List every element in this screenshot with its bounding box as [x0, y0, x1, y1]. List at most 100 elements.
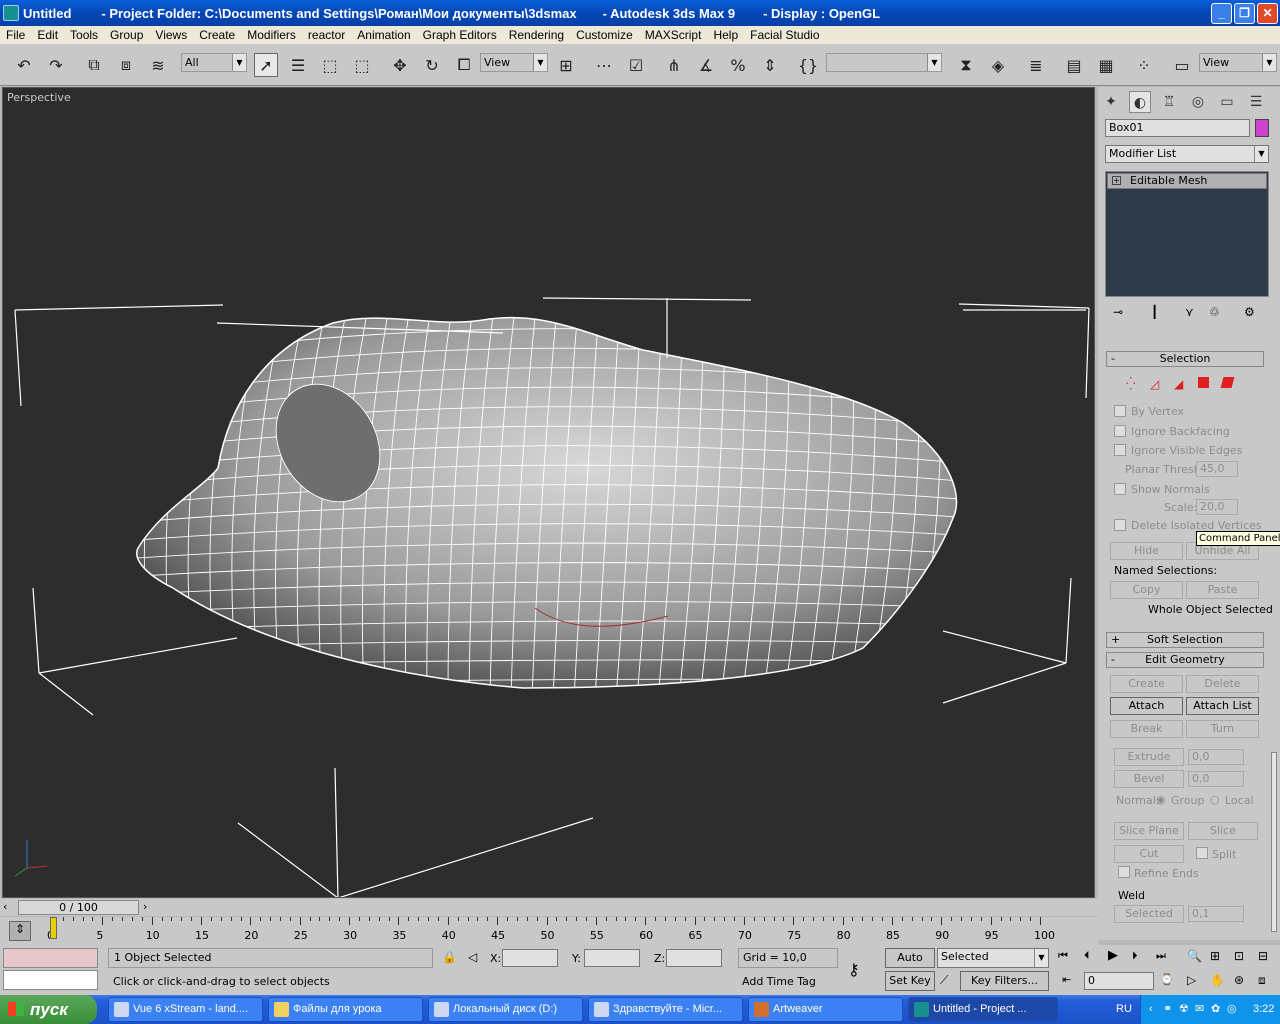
lock-selection-icon[interactable]: 🔒 [442, 950, 457, 964]
object-name-field[interactable]: Box01 [1105, 119, 1250, 137]
menu-views[interactable]: Views [149, 28, 193, 42]
vertex-level-icon[interactable]: ⁛ [1126, 377, 1136, 391]
render-scene-icon[interactable]: ▭ [1170, 53, 1194, 77]
menu-reactor[interactable]: reactor [302, 28, 351, 42]
extrude-button[interactable]: Extrude [1114, 748, 1184, 766]
pin-stack-icon[interactable]: ⊸ [1113, 305, 1123, 319]
bevel-button[interactable]: Bevel [1114, 770, 1184, 788]
unlink-icon[interactable]: ⧈ [114, 53, 138, 77]
time-slider-thumb[interactable]: 0 / 100 [18, 900, 139, 915]
redo-icon[interactable]: ↷ [44, 53, 68, 77]
make-unique-icon[interactable]: ⋎ [1185, 305, 1194, 319]
menu-modifiers[interactable]: Modifiers [241, 28, 302, 42]
minimize-button[interactable]: _ [1211, 3, 1232, 24]
render-type-dropdown[interactable]: View ▼ [1199, 53, 1277, 72]
weld-selected-button[interactable]: Selected [1114, 905, 1184, 923]
copy-button[interactable]: Copy [1110, 581, 1183, 599]
zoom-extents-all-icon[interactable]: ⊟ [1258, 949, 1268, 963]
perspective-viewport[interactable]: Perspective [2, 87, 1095, 898]
zoom-all-icon[interactable]: ⊞ [1210, 949, 1220, 963]
face-level-icon[interactable]: ◢ [1174, 377, 1183, 391]
cut-button[interactable]: Cut [1114, 845, 1184, 863]
menu-create[interactable]: Create [193, 28, 241, 42]
bevel-spinner[interactable]: 0,0 [1188, 771, 1244, 787]
task-vue-xstream[interactable]: Vue 6 xStream - land.... [108, 997, 263, 1022]
zoom-extents-icon[interactable]: ⊡ [1234, 949, 1244, 963]
snaps-toggle-icon[interactable]: ⋔ [662, 53, 686, 77]
network-icon[interactable]: ⚭ [1163, 995, 1172, 1024]
hierarchy-tab-icon[interactable]: ♖ [1158, 91, 1180, 113]
angle-snap-icon[interactable]: ∡ [694, 53, 718, 77]
modifier-list-dropdown[interactable]: Modifier List ▼ [1105, 145, 1269, 163]
slice-button[interactable]: Slice [1188, 822, 1258, 840]
bind-space-warp-icon[interactable]: ≋ [146, 53, 170, 77]
ignore-backfacing-checkbox[interactable] [1114, 425, 1126, 437]
undo-icon[interactable]: ↶ [12, 53, 36, 77]
go-to-end-icon[interactable]: ⏭ [1156, 949, 1166, 963]
task-word-document[interactable]: Здравствуйте - Micr... [588, 997, 743, 1022]
attach-button[interactable]: Attach [1110, 697, 1183, 715]
current-frame-field[interactable]: 0 [1084, 972, 1154, 990]
default-tangents-icon[interactable]: ⟋ [940, 973, 948, 988]
time-slider[interactable]: ‹ 0 / 100 › [0, 899, 1098, 916]
modifier-stack-list[interactable]: + Editable Mesh [1105, 171, 1269, 297]
add-time-tag-button[interactable]: Add Time Tag [738, 973, 838, 991]
refine-ends-checkbox[interactable] [1118, 866, 1130, 878]
x-coord-field[interactable] [502, 949, 558, 967]
select-and-rotate-icon[interactable]: ↻ [420, 53, 444, 77]
z-coord-field[interactable] [666, 949, 722, 967]
set-key-button[interactable]: Set Key [885, 971, 935, 991]
maximize-button[interactable]: ❐ [1234, 3, 1255, 24]
create-tab-icon[interactable]: ✦ [1100, 91, 1122, 113]
play-icon[interactable]: ▶ [1108, 948, 1118, 963]
element-level-icon[interactable] [1220, 377, 1235, 388]
key-mode-dropdown[interactable]: Selected ▼ [937, 948, 1049, 968]
menu-facial-studio[interactable]: Facial Studio [744, 28, 825, 42]
pivot-center-icon[interactable]: ⊞ [554, 53, 578, 77]
menu-rendering[interactable]: Rendering [503, 28, 570, 42]
rectangular-selection-icon[interactable]: ⬚ [318, 53, 342, 77]
previous-frame-icon[interactable]: ⏴ [1084, 949, 1090, 963]
configure-modifier-sets-icon[interactable]: ⚙ [1244, 305, 1255, 319]
turn-button[interactable]: Turn [1186, 720, 1259, 738]
stack-item-editable-mesh[interactable]: + Editable Mesh [1107, 173, 1267, 189]
antivirus-icon[interactable]: ☢ [1179, 995, 1189, 1024]
percent-snap-icon[interactable]: % [726, 53, 750, 77]
menu-file[interactable]: File [0, 28, 31, 42]
selection-filter-dropdown[interactable]: All ▼ [181, 53, 247, 72]
time-prev-arrow-icon[interactable]: ‹ [3, 900, 7, 913]
edge-level-icon[interactable]: ◿ [1150, 377, 1159, 391]
time-next-arrow-icon[interactable]: › [143, 900, 147, 913]
menu-animation[interactable]: Animation [351, 28, 416, 42]
layer-manager-icon[interactable]: ≣ [1024, 53, 1048, 77]
maximize-viewport-icon[interactable]: ⧈ [1258, 973, 1266, 988]
go-to-start-icon[interactable]: ⏮ [1058, 949, 1068, 963]
tray-chevron-icon[interactable]: ‹ [1149, 995, 1153, 1024]
close-button[interactable]: ✕ [1257, 3, 1278, 24]
align-icon[interactable]: ◈ [986, 53, 1010, 77]
task-3dsmax-untitled[interactable]: Untitled - Project ... [908, 997, 1058, 1022]
select-and-link-icon[interactable]: ⧉ [82, 53, 106, 77]
show-normals-checkbox[interactable] [1114, 483, 1126, 495]
task-local-disk-d[interactable]: Локальный диск (D:) [428, 997, 583, 1022]
select-and-scale-icon[interactable]: ⧠ [452, 53, 476, 77]
language-indicator[interactable]: RU [1116, 995, 1132, 1024]
menu-help[interactable]: Help [707, 28, 744, 42]
task-lesson-files[interactable]: Файлы для урока [268, 997, 423, 1022]
window-crossing-icon[interactable]: ⬚ [350, 53, 374, 77]
key-mode-toggle-icon[interactable]: ⇤ [1062, 973, 1071, 986]
create-button[interactable]: Create [1110, 675, 1183, 693]
menu-group[interactable]: Group [104, 28, 149, 42]
command-panel-scrollbar[interactable] [1271, 752, 1277, 932]
local-radio[interactable]: ○ [1210, 793, 1220, 806]
set-keys-key-icon[interactable]: ⚷ [848, 960, 860, 979]
delete-isolated-vertices-checkbox[interactable] [1114, 519, 1126, 531]
pan-icon[interactable]: ✋ [1210, 973, 1225, 987]
reference-coord-dropdown[interactable]: View ▼ [480, 53, 548, 72]
menu-edit[interactable]: Edit [31, 28, 64, 42]
expand-plus-icon[interactable]: + [1112, 176, 1121, 185]
select-and-move-icon[interactable]: ✥ [388, 53, 412, 77]
scale-spinner[interactable]: 20,0 [1196, 499, 1238, 515]
polygon-level-icon[interactable] [1198, 377, 1209, 388]
menu-customize[interactable]: Customize [570, 28, 639, 42]
